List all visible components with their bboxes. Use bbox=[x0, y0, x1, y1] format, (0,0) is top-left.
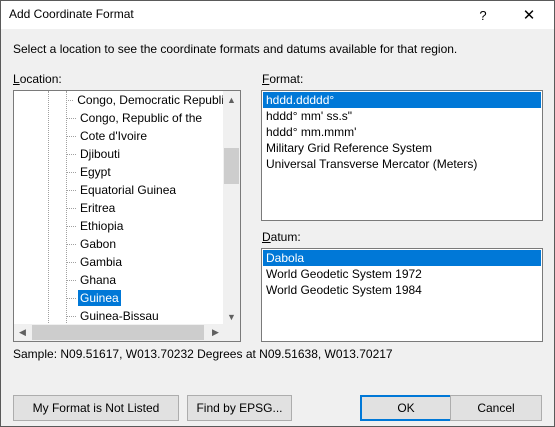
tree-item[interactable]: Gambia bbox=[66, 253, 224, 271]
tree-item-label: Egypt bbox=[80, 165, 111, 179]
cancel-button[interactable]: Cancel bbox=[450, 395, 542, 421]
format-list-item[interactable]: Military Grid Reference System bbox=[263, 140, 541, 156]
vertical-scroll-thumb[interactable] bbox=[224, 148, 239, 184]
tree-item[interactable]: Egypt bbox=[66, 163, 224, 181]
datum-list-item[interactable]: World Geodetic System 1972 bbox=[263, 266, 541, 282]
tree-connector-branch bbox=[66, 315, 76, 317]
format-list-item[interactable]: Universal Transverse Mercator (Meters) bbox=[263, 156, 541, 172]
datum-list-item[interactable]: Dabola bbox=[263, 250, 541, 266]
format-list-item[interactable]: hddd.ddddd° bbox=[263, 92, 541, 108]
tree-item[interactable]: Congo, Republic of the bbox=[66, 109, 224, 127]
tree-connector-branch bbox=[66, 153, 76, 155]
scroll-up-arrow-icon[interactable]: ▲ bbox=[223, 91, 240, 108]
tree-item-label: Congo, Democratic Republi bbox=[77, 93, 224, 107]
datum-list-item[interactable]: World Geodetic System 1984 bbox=[263, 282, 541, 298]
tree-item-label: Guinea-Bissau bbox=[80, 309, 159, 323]
title-bar: Add Coordinate Format ? ✕ bbox=[1, 1, 554, 29]
datum-label: Datum: bbox=[262, 230, 301, 244]
tree-connector-branch bbox=[66, 261, 76, 263]
tree-item-label: Gabon bbox=[80, 237, 117, 251]
tree-item-label: Congo, Republic of the bbox=[80, 111, 203, 125]
scroll-down-arrow-icon[interactable]: ▼ bbox=[223, 308, 240, 325]
tree-item-label: Guinea bbox=[77, 289, 122, 307]
my-format-not-listed-button[interactable]: My Format is Not Listed bbox=[13, 395, 179, 421]
tree-connector-branch bbox=[66, 189, 76, 191]
ok-button[interactable]: OK bbox=[360, 395, 452, 421]
location-label: Location: bbox=[13, 72, 62, 86]
scroll-right-arrow-icon[interactable]: ▶ bbox=[207, 324, 224, 341]
close-button[interactable]: ✕ bbox=[514, 1, 544, 29]
tree-item[interactable]: Gabon bbox=[66, 235, 224, 253]
tree-item[interactable]: Cote d'Ivoire bbox=[66, 127, 224, 145]
tree-connector-branch bbox=[66, 117, 76, 119]
tree-item[interactable]: Equatorial Guinea bbox=[66, 181, 224, 199]
tree-item[interactable]: Guinea-Bissau bbox=[66, 307, 224, 325]
tree-connector-branch bbox=[66, 135, 76, 137]
tree-connector-branch bbox=[66, 207, 76, 209]
tree-item-label: Cote d'Ivoire bbox=[80, 129, 147, 143]
tree-connector-branch bbox=[66, 171, 76, 173]
scroll-left-arrow-icon[interactable]: ◀ bbox=[14, 324, 31, 341]
tree-connector-branch bbox=[66, 279, 76, 281]
format-list-item[interactable]: hddd° mm.mmm' bbox=[263, 124, 541, 140]
instruction-text: Select a location to see the coordinate … bbox=[13, 42, 458, 56]
tree-item[interactable]: Guinea bbox=[66, 289, 224, 307]
tree-item-label: Eritrea bbox=[80, 201, 116, 215]
help-button[interactable]: ? bbox=[468, 1, 498, 29]
location-tree[interactable]: Congo, Democratic Republi Congo, Republic… bbox=[13, 90, 241, 342]
tree-item-label: Ghana bbox=[80, 273, 117, 287]
tree-connector-branch bbox=[66, 225, 76, 227]
horizontal-scroll-thumb[interactable] bbox=[32, 325, 204, 340]
location-tree-items: Congo, Democratic Republi Congo, Republic… bbox=[14, 91, 224, 325]
find-by-epsg-button[interactable]: Find by EPSG... bbox=[187, 395, 292, 421]
tree-connector-outer bbox=[48, 91, 49, 325]
tree-item-label: Gambia bbox=[80, 255, 123, 269]
tree-connector-branch bbox=[66, 99, 74, 101]
window-title: Add Coordinate Format bbox=[9, 7, 134, 21]
tree-item-label: Equatorial Guinea bbox=[80, 183, 177, 197]
format-list-item[interactable]: hddd° mm' ss.s" bbox=[263, 108, 541, 124]
tree-item-label: Ethiopia bbox=[80, 219, 124, 233]
scroll-corner bbox=[223, 324, 240, 341]
format-listbox[interactable]: hddd.ddddd° hddd° mm' ss.s" hddd° mm.mmm' M… bbox=[261, 90, 543, 221]
location-vertical-scrollbar[interactable]: ▲ ▼ bbox=[223, 91, 240, 325]
tree-connector-branch bbox=[66, 297, 76, 299]
tree-item[interactable]: Djibouti bbox=[66, 145, 224, 163]
sample-text: Sample: N09.51617, W013.70232 Degrees at… bbox=[13, 347, 393, 361]
tree-item[interactable]: Eritrea bbox=[66, 199, 224, 217]
add-coordinate-format-dialog: Add Coordinate Format ? ✕ Select a locat… bbox=[0, 0, 555, 427]
tree-item[interactable]: Ghana bbox=[66, 271, 224, 289]
tree-item[interactable]: Congo, Democratic Republi bbox=[66, 91, 224, 109]
location-horizontal-scrollbar[interactable]: ◀ ▶ bbox=[14, 324, 224, 341]
tree-item[interactable]: Ethiopia bbox=[66, 217, 224, 235]
tree-connector-branch bbox=[66, 243, 76, 245]
tree-item-label: Djibouti bbox=[80, 147, 121, 161]
format-label: Format: bbox=[262, 72, 304, 86]
datum-listbox[interactable]: Dabola World Geodetic System 1972 World Ge… bbox=[261, 248, 543, 342]
